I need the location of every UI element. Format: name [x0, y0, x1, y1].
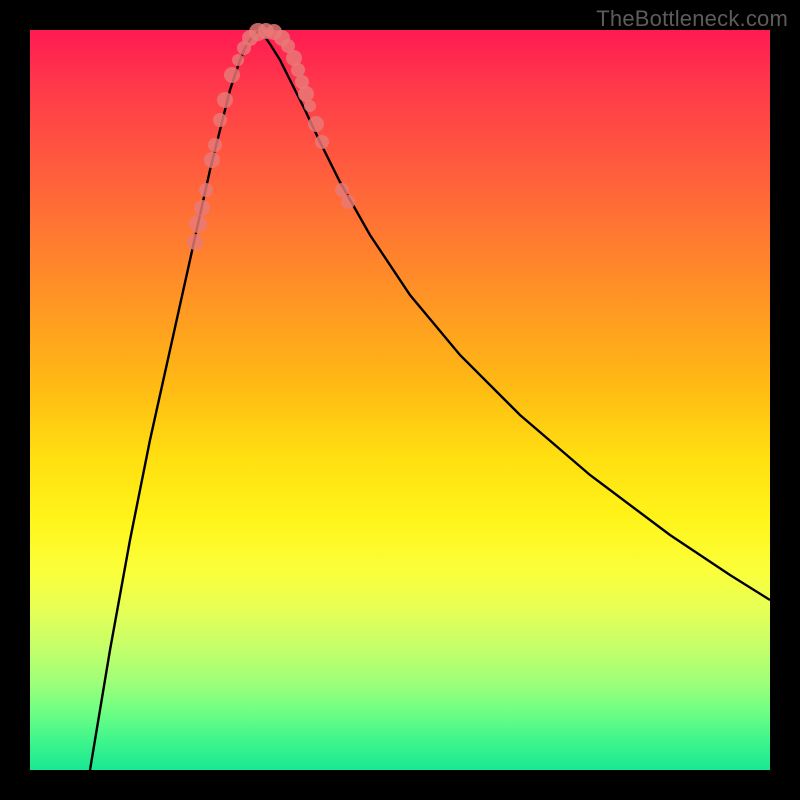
chart-frame: TheBottleneck.com — [0, 0, 800, 800]
scatter-dot — [189, 215, 207, 233]
scatter-dot — [208, 138, 222, 152]
scatter-dot — [232, 54, 244, 66]
curve-layer — [30, 30, 770, 770]
scatter-dot — [291, 63, 305, 77]
scatter-dot — [304, 100, 316, 112]
scatter-dot — [298, 86, 314, 102]
plot-area — [30, 30, 770, 770]
scatter-dots — [187, 23, 355, 250]
scatter-dot — [199, 183, 213, 197]
scatter-dot — [194, 200, 210, 216]
watermark-text: TheBottleneck.com — [596, 6, 788, 32]
scatter-dot — [224, 67, 240, 83]
scatter-dot — [341, 195, 355, 209]
scatter-dot — [335, 183, 349, 197]
scatter-dot — [217, 92, 233, 108]
scatter-dot — [187, 234, 203, 250]
scatter-dot — [315, 135, 329, 149]
scatter-dot — [213, 113, 227, 127]
right-curve — [260, 30, 770, 600]
scatter-dot — [204, 152, 220, 168]
scatter-dot — [308, 116, 324, 132]
left-curve — [90, 30, 260, 770]
